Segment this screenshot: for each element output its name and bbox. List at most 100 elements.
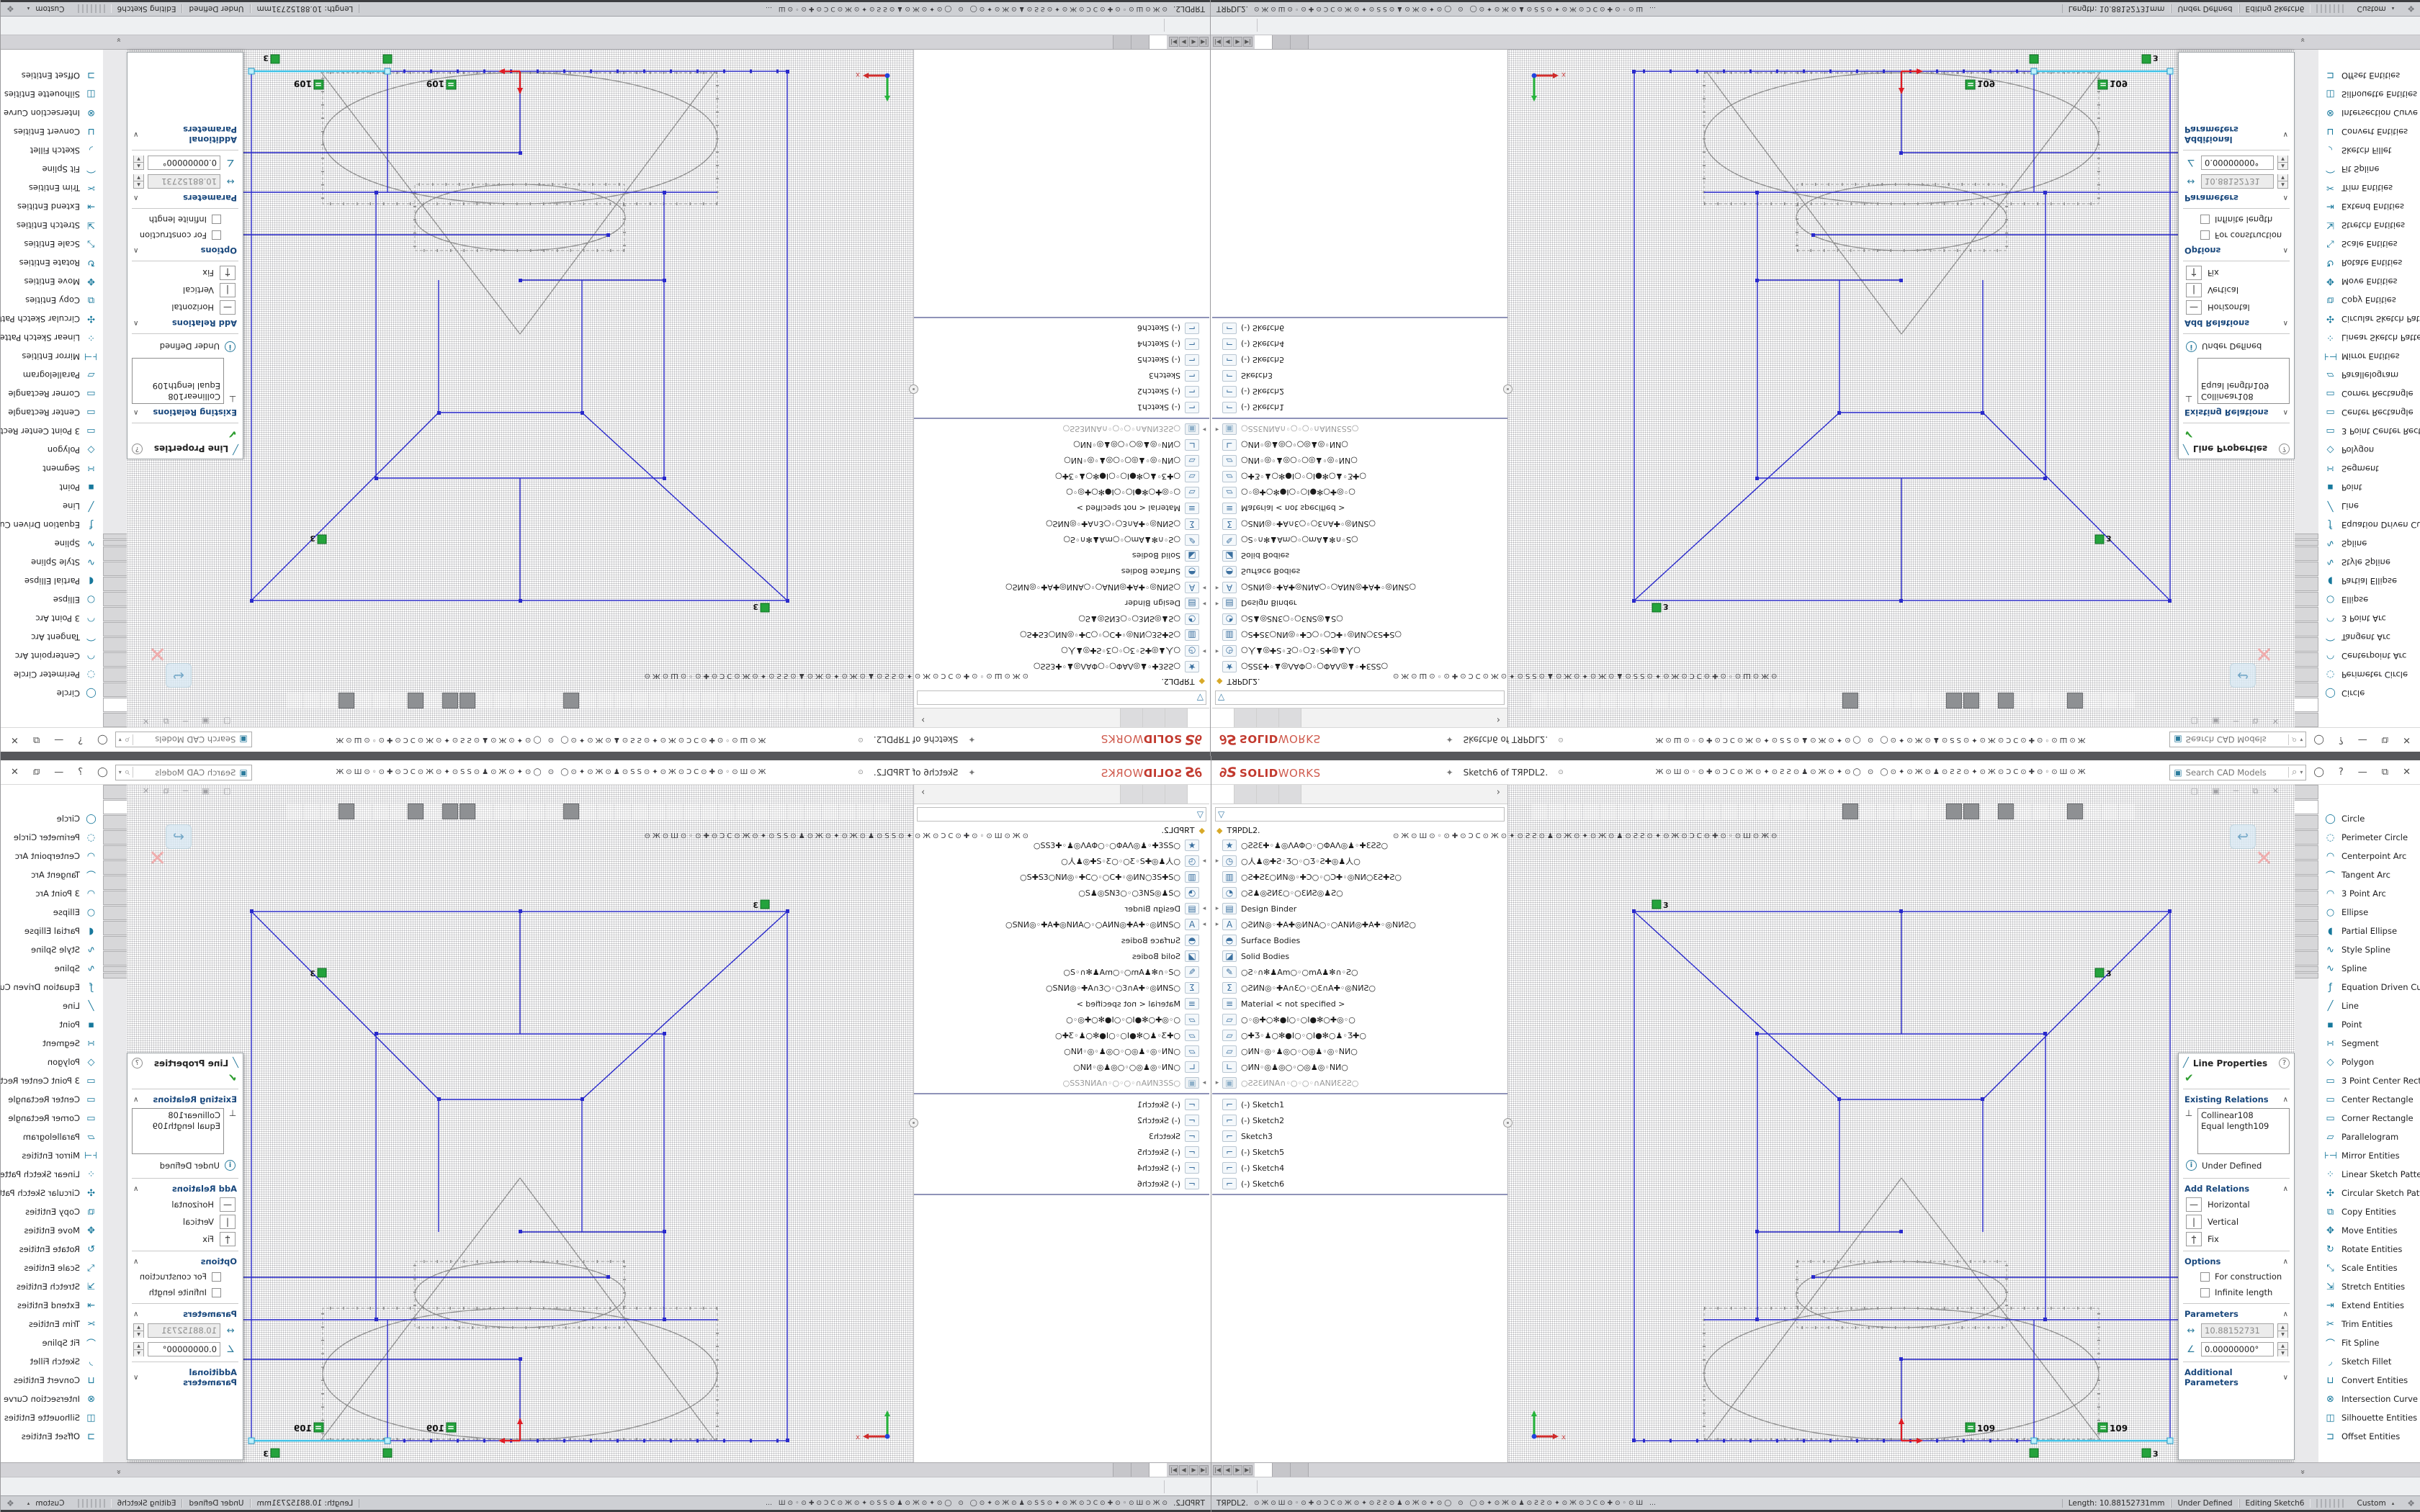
- headsup-icon[interactable]: [805, 693, 821, 708]
- cancel-sketch-icon[interactable]: ✕: [2255, 849, 2273, 869]
- display-tool-icon[interactable]: [1164, 1480, 1165, 1493]
- headsup-icon[interactable]: [684, 804, 700, 819]
- sketch-tool-item[interactable]: ○ Ellipse: [1, 903, 103, 922]
- tab-next-button[interactable]: ▶: [1233, 1465, 1242, 1475]
- headsup-icon[interactable]: [1963, 804, 1979, 819]
- headsup-icon[interactable]: [1756, 804, 1772, 819]
- sketch-tool-item[interactable]: ▪ Point: [1, 1015, 103, 1034]
- headsup-icon[interactable]: [1842, 693, 1858, 708]
- pin-icon[interactable]: ✦: [1446, 768, 1453, 778]
- tree-item[interactable]: ▥ ○Ƨ✚ƧƐ○ИN◎◦✚Ɔ○◦○Ɔ✚◦◎NИ○ƐƧ✚Ƨ○: [1212, 627, 1507, 643]
- headsup-icon[interactable]: [494, 693, 510, 708]
- headsup-icon[interactable]: [1825, 804, 1841, 819]
- display-tool-icon[interactable]: [1257, 1480, 1258, 1493]
- command-tab[interactable]: [2295, 592, 2318, 606]
- relation-button[interactable]: ϯ: [220, 266, 236, 280]
- command-tab[interactable]: [2295, 540, 2318, 546]
- search-cad-models-box[interactable]: ▣ Search CAD Models ⌕ ▾: [2169, 732, 2306, 748]
- feature-manager-tab[interactable]: [1142, 785, 1165, 804]
- menu-item[interactable]: [1049, 770, 1066, 775]
- minimize-button[interactable]: —: [2358, 734, 2367, 745]
- relations-listbox[interactable]: Collinear108 Equal length109: [2197, 1108, 2290, 1154]
- menu-item[interactable]: [1014, 770, 1031, 775]
- search-input[interactable]: Search CAD Models: [2186, 768, 2288, 778]
- sketch-tool-item[interactable]: ▭ Center Rectangle: [2318, 403, 2420, 422]
- for-construction-checkbox[interactable]: [2200, 231, 2210, 240]
- headsup-icon[interactable]: [1912, 804, 1927, 819]
- sketch-tool-item[interactable]: ▱ Parallelogram: [2318, 1128, 2420, 1146]
- ok-button[interactable]: ✔: [2179, 1070, 2294, 1086]
- tree-item[interactable]: ▸ ▣ ○ƧƧƐИNА∩◦○◦○◦∩АNИƐƧƧ○: [1212, 1075, 1507, 1091]
- tree-item[interactable]: ⌐ (-) Sketch4: [1212, 336, 1507, 352]
- parameters-header[interactable]: Parameters∧: [2179, 191, 2294, 205]
- expand-arrow-icon[interactable]: ▸: [1212, 584, 1222, 591]
- headsup-icon[interactable]: [823, 693, 838, 708]
- relation-button[interactable]: ϯ: [2186, 266, 2202, 280]
- menu-item[interactable]: [1407, 737, 1425, 743]
- help-icon[interactable]: ?: [2339, 734, 2344, 745]
- sketch-tool-item[interactable]: ⧉ Copy Entities: [1, 291, 103, 310]
- infinite-length-checkbox[interactable]: [2200, 215, 2210, 225]
- command-tab[interactable]: [103, 906, 127, 920]
- headsup-icon[interactable]: [1635, 693, 1651, 708]
- options-header[interactable]: Options∧: [127, 243, 243, 258]
- tree-item[interactable]: Σ ○ƧИN◎◦✚А∩Ɛ○◦○Ɛ∩А✚◦◎NИƧ○: [914, 980, 1209, 996]
- restore-button[interactable]: ⧉: [2382, 734, 2388, 745]
- feature-manager-tab[interactable]: [1257, 785, 1279, 804]
- panel-expand-arrow[interactable]: ›: [1491, 714, 1506, 725]
- sketch-tool-item[interactable]: ∺ Segment: [2318, 459, 2420, 478]
- command-tab[interactable]: [2295, 607, 2318, 621]
- tree-item[interactable]: ≡ Material < not specified >: [1212, 500, 1507, 516]
- sketch-tool-item[interactable]: ◠ 3 Point Arc: [1, 884, 103, 903]
- command-tab[interactable]: [2295, 830, 2318, 845]
- command-tab[interactable]: [103, 973, 127, 978]
- headsup-icon[interactable]: [2033, 804, 2048, 819]
- tree-item[interactable]: ⌐ Sketch3: [1212, 368, 1507, 384]
- headsup-icon[interactable]: [494, 804, 510, 819]
- tree-item[interactable]: ⌐ (-) Sketch5: [1212, 1144, 1507, 1160]
- headsup-icon[interactable]: [2050, 804, 2066, 819]
- tab-last-button[interactable]: ▶|: [1169, 1465, 1178, 1475]
- headsup-icon[interactable]: [1998, 693, 2014, 708]
- toolbar-overflow-chevron[interactable]: »: [2298, 1470, 2308, 1475]
- tree-item[interactable]: ◓ Surface Bodies: [1212, 932, 1507, 948]
- feature-manager-tab[interactable]: [1279, 708, 1301, 727]
- sketch-tool-item[interactable]: ⇥ Extend Entities: [1, 197, 103, 216]
- tab-first-button[interactable]: |◀: [1213, 1465, 1222, 1475]
- command-tab[interactable]: [103, 637, 127, 652]
- tree-item[interactable]: ▱ ○ИN◦◎◦♟◎○◦○◎♟◦◎◦NИ○: [1212, 453, 1507, 469]
- sketch-tool-item[interactable]: ∿ Style Spline: [1, 553, 103, 572]
- command-tab[interactable]: [2295, 906, 2318, 920]
- sketch-tool-item[interactable]: ✂ Trim Entities: [1, 179, 103, 197]
- headsup-icon[interactable]: [1877, 693, 1893, 708]
- headsup-icon[interactable]: [1877, 804, 1893, 819]
- headsup-icon[interactable]: [460, 804, 475, 819]
- cancel-sketch-icon[interactable]: ✕: [148, 643, 166, 663]
- tree-item[interactable]: ∟ ○ИN◦◎♟◎○◦○◎♟◎◦NИ○: [914, 1059, 1209, 1075]
- tree-item[interactable]: ≡ Material < not specified >: [914, 500, 1209, 516]
- tree-item[interactable]: ▥ ○Ƨ✚ƧƐ○ИN◎◦✚Ɔ○◦○Ɔ✚◦◎NИ○ƐƧ✚Ƨ○: [1212, 869, 1507, 885]
- headsup-icon[interactable]: [477, 693, 493, 708]
- sketch-tool-item[interactable]: ⧉ Copy Entities: [2318, 1202, 2420, 1221]
- sketch-tool-item[interactable]: ⊐ Offset Entities: [1, 66, 103, 85]
- menu-item[interactable]: [1373, 737, 1390, 743]
- headsup-icon[interactable]: [1791, 693, 1806, 708]
- sketch-tool-item[interactable]: ⌒ Fit Spline: [1, 1333, 103, 1352]
- sketch-tool-item[interactable]: ◯ Circle: [1, 684, 103, 703]
- restore-button[interactable]: ⧉: [33, 734, 40, 745]
- menu-item[interactable]: [1355, 737, 1373, 743]
- headsup-icon[interactable]: [356, 804, 372, 819]
- tree-item[interactable]: ◪ Solid Bodies: [914, 548, 1209, 564]
- pin-icon[interactable]: ✦: [968, 735, 975, 745]
- sketch-tool-item[interactable]: ╱ Line: [2318, 497, 2420, 516]
- add-relations-header[interactable]: Add Relations∧: [127, 316, 243, 330]
- sketch-tool-item[interactable]: ⊔ Convert Entities: [2318, 122, 2420, 141]
- tree-item[interactable]: ⌐ Sketch3: [914, 1128, 1209, 1144]
- angle-spinner[interactable]: ▲▼: [133, 1342, 144, 1356]
- sketch-tool-item[interactable]: ⊦⊣ Mirror Entities: [1, 1146, 103, 1165]
- tree-item[interactable]: ▱ ○ИN◦◎◦♟◎○◦○◎♟◦◎◦NИ○: [914, 1043, 1209, 1059]
- headsup-icon[interactable]: [1704, 693, 1720, 708]
- quick-access-toolbar[interactable]: Ж⊙Ш⊙◦⊙✚⊙ƆC⊙Ж⊙✦⊙ƧƧ⊙♟⊙Ж⊙✦⊙◯ ⊙ ◯⊙✦⊙Ж⊙♟⊙ƧƧ⊙✦…: [1574, 736, 2170, 744]
- tree-item[interactable]: [914, 415, 1209, 421]
- sketch-tool-item[interactable]: ∺ Segment: [1, 1034, 103, 1053]
